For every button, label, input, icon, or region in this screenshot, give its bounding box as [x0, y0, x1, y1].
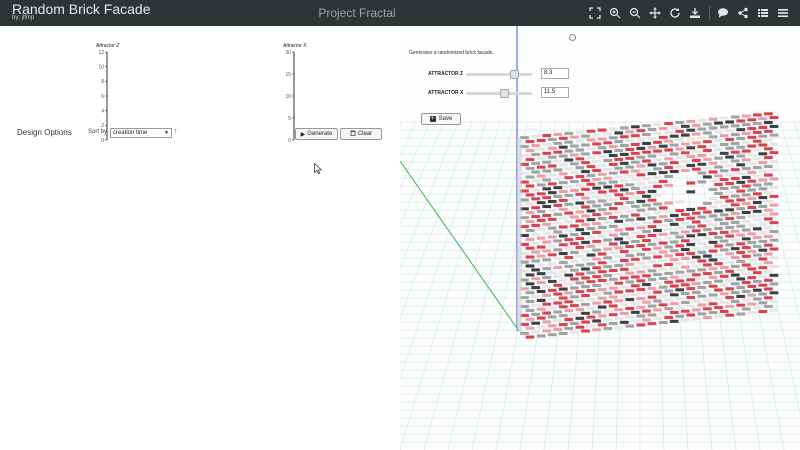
plus-icon: +	[429, 116, 436, 122]
description-text: Generates a randomized brick facade.	[409, 50, 494, 56]
zoom-in-icon[interactable]	[608, 6, 622, 20]
axis-tick-label: 5	[288, 116, 291, 122]
axis-tick-label: 10	[98, 64, 104, 70]
sort-select[interactable]: creation time ▼	[110, 128, 172, 138]
toolbar-icons	[582, 6, 790, 20]
generate-button[interactable]: ▶ Generate	[295, 128, 338, 140]
design-options-label: Design Options	[17, 128, 72, 137]
axis-tick-label: 4	[101, 108, 104, 114]
sort-direction-toggle[interactable]: ↑	[174, 128, 178, 135]
axis-tick-label: 10	[285, 94, 291, 100]
axis-tick-label: 12	[98, 50, 104, 56]
download-icon[interactable]	[688, 6, 702, 20]
share-icon[interactable]	[736, 6, 750, 20]
top-bar: Random Brick Facade by: jlfmp Project Fr…	[0, 0, 800, 26]
toolbar-divider	[709, 6, 710, 20]
zoom-out-icon[interactable]	[628, 6, 642, 20]
axis-tick-label: 0	[101, 138, 104, 144]
sort-select-value: creation time	[113, 130, 148, 136]
attractor-x-slider-thumb[interactable]	[500, 89, 510, 98]
axis-tick-label: 0	[288, 138, 291, 144]
attractor-z-input[interactable]: 8.3	[541, 68, 569, 79]
parameters-panel: Generates a randomized brick facade. ATT…	[400, 26, 800, 126]
attractor-z-label: ATTRACTOR Z	[428, 71, 464, 77]
wall-edge	[517, 138, 522, 332]
save-button[interactable]: + Save	[421, 113, 461, 125]
chevron-down-icon: ▼	[164, 130, 169, 136]
mouse-pointer-icon	[314, 163, 322, 174]
save-button-label: Save	[438, 116, 453, 122]
axis-tick-label: 6	[101, 94, 104, 100]
pan-icon[interactable]	[648, 6, 662, 20]
clear-button[interactable]: Clear	[340, 128, 382, 140]
attractor-x-label: ATTRACTOR X	[428, 90, 464, 96]
generate-button-label: Generate	[307, 131, 333, 137]
circle-icon[interactable]	[569, 34, 576, 41]
brick-wall	[519, 111, 779, 339]
attractor-x-slider[interactable]	[466, 89, 532, 98]
attractor-z-axis-title: Attractor Z	[96, 43, 120, 49]
y-axis-line	[400, 160, 520, 332]
axis-tick-label: 8	[101, 79, 104, 85]
list-icon[interactable]	[756, 6, 770, 20]
attractor-x-axis-title: Attractor X	[283, 43, 307, 49]
attractor-z-slider[interactable]	[466, 70, 532, 79]
attractor-z-slider-thumb[interactable]	[509, 70, 519, 79]
axis-tick-label: 15	[285, 72, 291, 78]
fullscreen-icon[interactable]	[588, 6, 602, 20]
menu-icon[interactable]	[776, 6, 790, 20]
results-panel: Attractor Z 12 10 8 6 4 2 0 Attractor X 20 15 10…	[0, 26, 400, 450]
play-icon: ▶	[300, 131, 306, 138]
attractor-x-input[interactable]: 11.5	[541, 87, 569, 98]
axis-tick-label: 20	[285, 50, 291, 56]
rotate-icon[interactable]	[668, 6, 682, 20]
trash-icon	[350, 130, 356, 138]
comment-icon[interactable]	[716, 6, 730, 20]
clear-button-label: Clear	[357, 131, 373, 137]
sort-by-label: Sort by	[88, 129, 108, 135]
